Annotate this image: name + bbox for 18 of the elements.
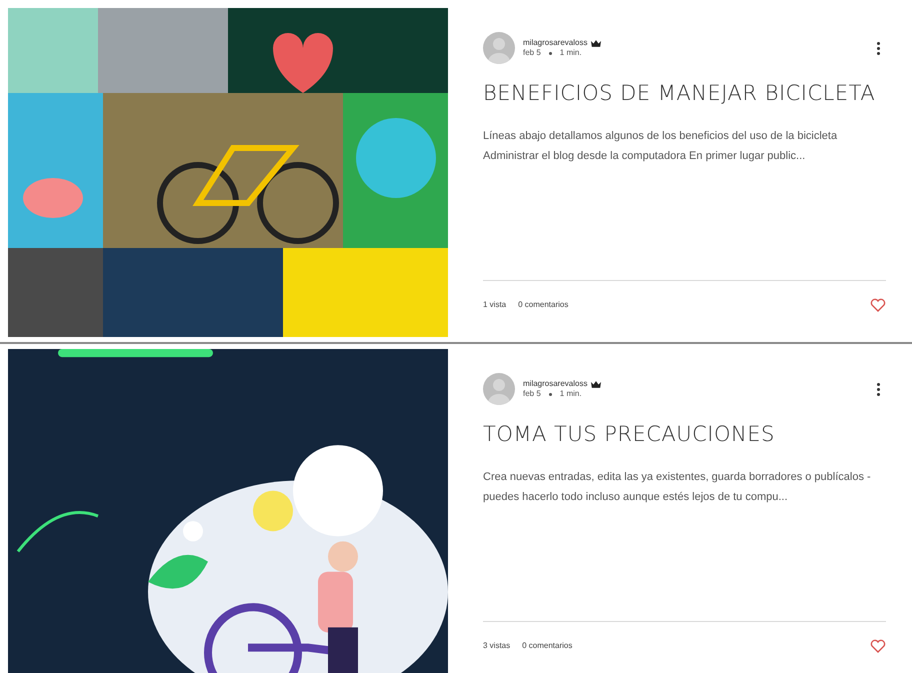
post-excerpt: Crea nuevas entradas, edita las ya existentes, guarda borradores o publícalos -puedes hacerlo todo incluso aunque estés lejos de tu compu... bbox=[483, 470, 872, 506]
heart-icon[interactable] bbox=[870, 638, 886, 654]
read-time: 1 min. bbox=[560, 48, 582, 58]
post-excerpt: Líneas abajo detallamos algunos de los beneficios del uso de la bicicleta Administrar el blog desde la computadora En primer lugar public... bbox=[483, 129, 838, 164]
heart-icon[interactable] bbox=[870, 297, 886, 313]
crown-icon bbox=[591, 40, 602, 46]
author-name[interactable]: milagrosarevaloss bbox=[523, 38, 588, 48]
view-count: 1 vista bbox=[483, 299, 506, 311]
author-name[interactable]: milagrosarevaloss bbox=[523, 379, 588, 389]
post-title[interactable]: TOMA TUS PRECAUCIONES bbox=[483, 421, 886, 448]
comment-count[interactable]: 0 comentarios bbox=[518, 299, 568, 311]
read-time: 1 min. bbox=[560, 389, 582, 399]
view-count: 3 vistas bbox=[483, 640, 510, 652]
comment-count[interactable]: 0 comentarios bbox=[522, 640, 572, 652]
post-date: feb 5 bbox=[523, 389, 541, 399]
post-date: feb 5 bbox=[523, 48, 541, 58]
post-title[interactable]: BENEFICIOS DE MANEJAR BICICLETA bbox=[483, 80, 886, 106]
crown-icon bbox=[591, 380, 602, 388]
